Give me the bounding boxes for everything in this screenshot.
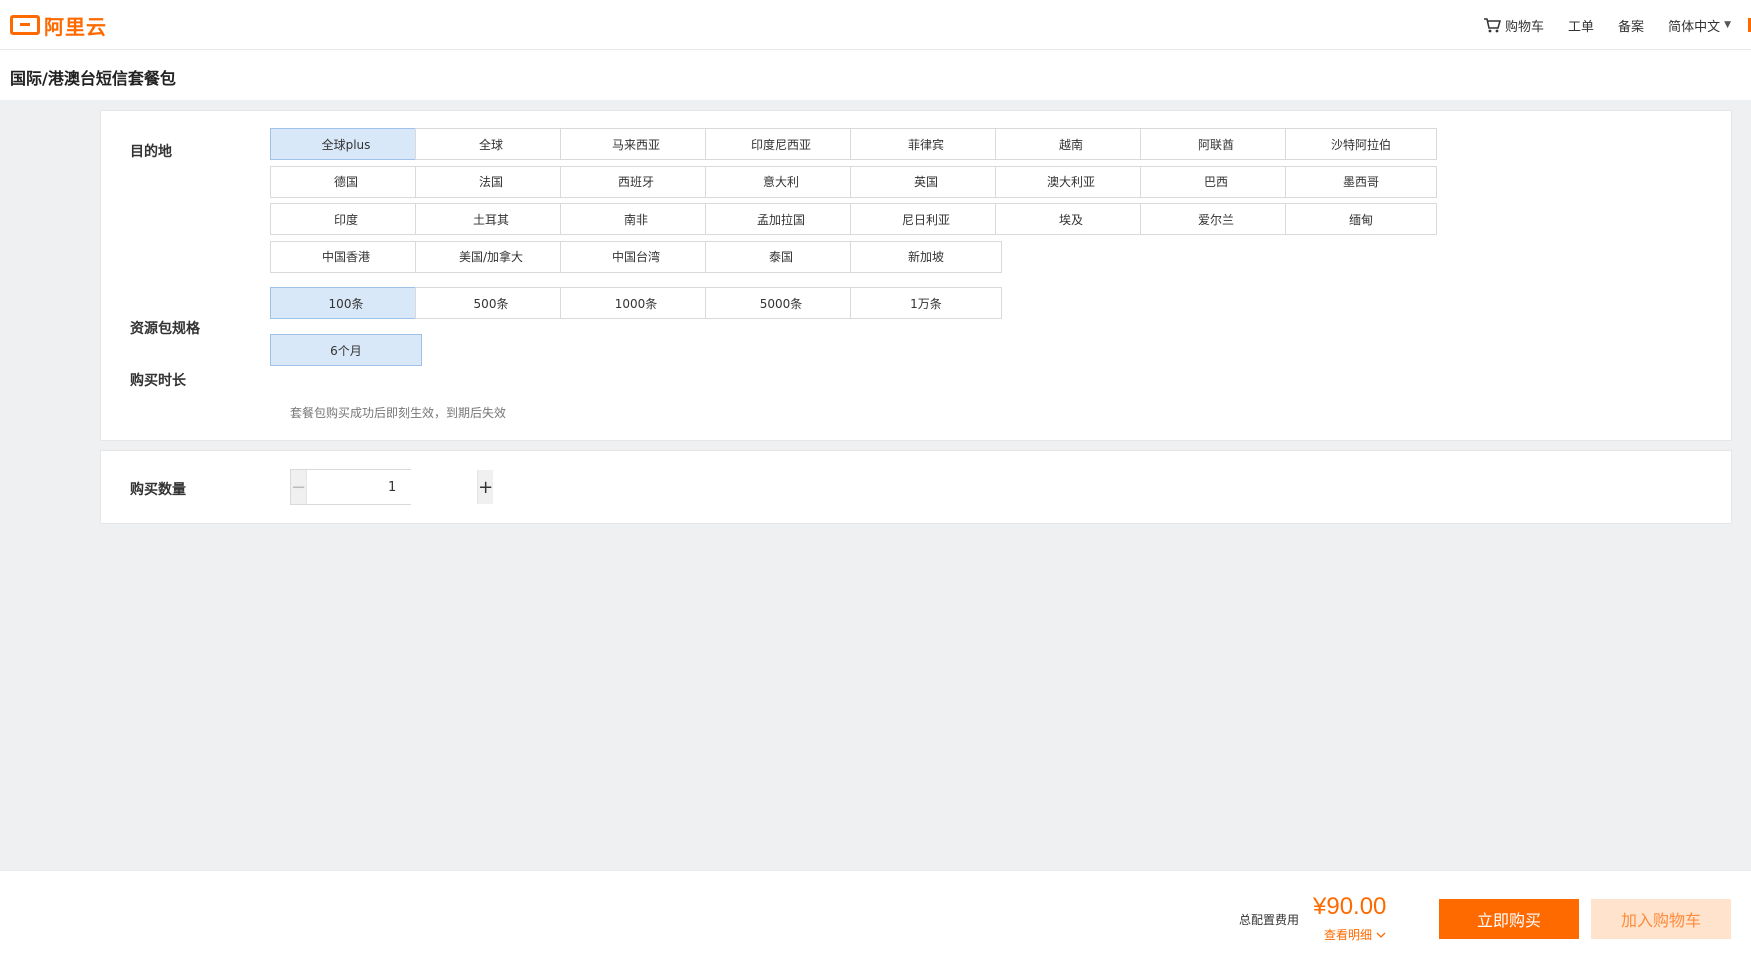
- filing-label: 备案: [1618, 19, 1645, 35]
- filing-link[interactable]: 备案: [1618, 16, 1644, 35]
- package-spec-option[interactable]: 500条: [415, 287, 567, 319]
- destination-option[interactable]: 新加坡: [850, 240, 1002, 273]
- logo-mark-icon: [10, 15, 40, 35]
- destination-option[interactable]: 南非: [560, 203, 712, 235]
- destination-option[interactable]: 西班牙: [560, 165, 712, 198]
- cart-icon: [1484, 18, 1502, 33]
- page-title: 国际/港澳台短信套餐包: [10, 69, 176, 88]
- destination-option[interactable]: 墨西哥: [1285, 165, 1437, 198]
- total-fee-label: 总配置费用: [1239, 913, 1300, 927]
- add-to-cart-button[interactable]: 加入购物车: [1591, 899, 1731, 939]
- destination-option[interactable]: 爱尔兰: [1140, 203, 1292, 235]
- language-selector[interactable]: 简体中文 ▼: [1668, 16, 1731, 35]
- destination-option[interactable]: 澳大利亚: [995, 165, 1147, 198]
- duration-note: 套餐包购买成功后即刻生效，到期后失效: [290, 406, 507, 420]
- destination-option[interactable]: 埃及: [995, 203, 1147, 235]
- cart-label: 购物车: [1505, 19, 1545, 35]
- destination-option[interactable]: 巴西: [1140, 165, 1292, 198]
- quantity-card: 购买数量 − +: [100, 450, 1732, 524]
- destination-option[interactable]: 越南: [995, 128, 1147, 160]
- cart-link[interactable]: 购物车: [1483, 16, 1544, 35]
- destination-option[interactable]: 全球plus: [270, 128, 422, 160]
- page-title-bar: 国际/港澳台短信套餐包: [0, 50, 1751, 100]
- quantity-input[interactable]: [307, 470, 478, 504]
- duration-label: 购买时长: [130, 373, 186, 389]
- decrement-button[interactable]: −: [291, 470, 308, 504]
- quantity-stepper: − +: [290, 469, 494, 505]
- increment-button[interactable]: +: [477, 470, 494, 504]
- package-spec-label: 资源包规格: [130, 321, 200, 337]
- package-spec-option[interactable]: 100条: [270, 287, 422, 319]
- destination-option[interactable]: 全球: [415, 128, 567, 160]
- destination-option[interactable]: 法国: [415, 165, 567, 198]
- destination-option[interactable]: 菲律宾: [850, 128, 1002, 160]
- ticket-link[interactable]: 工单: [1568, 16, 1594, 35]
- destination-option[interactable]: 缅甸: [1285, 203, 1437, 235]
- package-spec-option[interactable]: 1万条: [850, 287, 1002, 319]
- destination-option[interactable]: 德国: [270, 165, 422, 198]
- destination-option[interactable]: 美国/加拿大: [415, 240, 567, 273]
- package-spec-option[interactable]: 1000条: [560, 287, 712, 319]
- language-label: 简体中文: [1668, 19, 1721, 35]
- destination-label: 目的地: [130, 144, 172, 160]
- checkout-footer: 总配置费用 ¥90.00 查看明细 立即购买 加入购物车: [0, 870, 1751, 962]
- destination-option[interactable]: 意大利: [705, 165, 857, 198]
- destination-option[interactable]: 尼日利亚: [850, 203, 1002, 235]
- destination-option[interactable]: 泰国: [705, 240, 857, 273]
- chevron-down-icon: [1376, 932, 1386, 938]
- destination-option[interactable]: 英国: [850, 165, 1002, 198]
- caret-down-icon: ▼: [1724, 20, 1731, 30]
- destination-option[interactable]: 沙特阿拉伯: [1285, 128, 1437, 160]
- top-nav-links: 购物车 工单 备案 简体中文 ▼: [1483, 0, 1731, 50]
- aliyun-logo[interactable]: 阿里云: [10, 12, 107, 39]
- total-price: ¥90.00: [1313, 893, 1387, 920]
- destination-option[interactable]: 阿联酋: [1140, 128, 1292, 160]
- logo-text: 阿里云: [44, 14, 107, 39]
- package-spec-option[interactable]: 5000条: [705, 287, 857, 319]
- view-details-label: 查看明细: [1324, 928, 1373, 942]
- destination-option[interactable]: 孟加拉国: [705, 203, 857, 235]
- top-navbar: 阿里云 购物车 工单 备案 简体中文 ▼: [0, 0, 1751, 50]
- destination-option[interactable]: 印度尼西亚: [705, 128, 857, 160]
- ticket-label: 工单: [1568, 19, 1595, 35]
- destination-option[interactable]: 中国台湾: [560, 240, 712, 273]
- view-details-link[interactable]: 查看明细: [1324, 926, 1386, 943]
- destination-option[interactable]: 马来西亚: [560, 128, 712, 160]
- destination-option[interactable]: 印度: [270, 203, 422, 235]
- quantity-label: 购买数量: [130, 482, 186, 498]
- buy-now-button[interactable]: 立即购买: [1439, 899, 1579, 939]
- config-card: 目的地 全球plus 全球 马来西亚 印度尼西亚 菲律宾 越南 阿联酋 沙特阿拉伯德国 法国 西班…: [100, 110, 1732, 441]
- destination-option[interactable]: 土耳其: [415, 203, 567, 235]
- destination-option[interactable]: 中国香港: [270, 240, 422, 273]
- duration-option[interactable]: 6个月: [270, 334, 422, 366]
